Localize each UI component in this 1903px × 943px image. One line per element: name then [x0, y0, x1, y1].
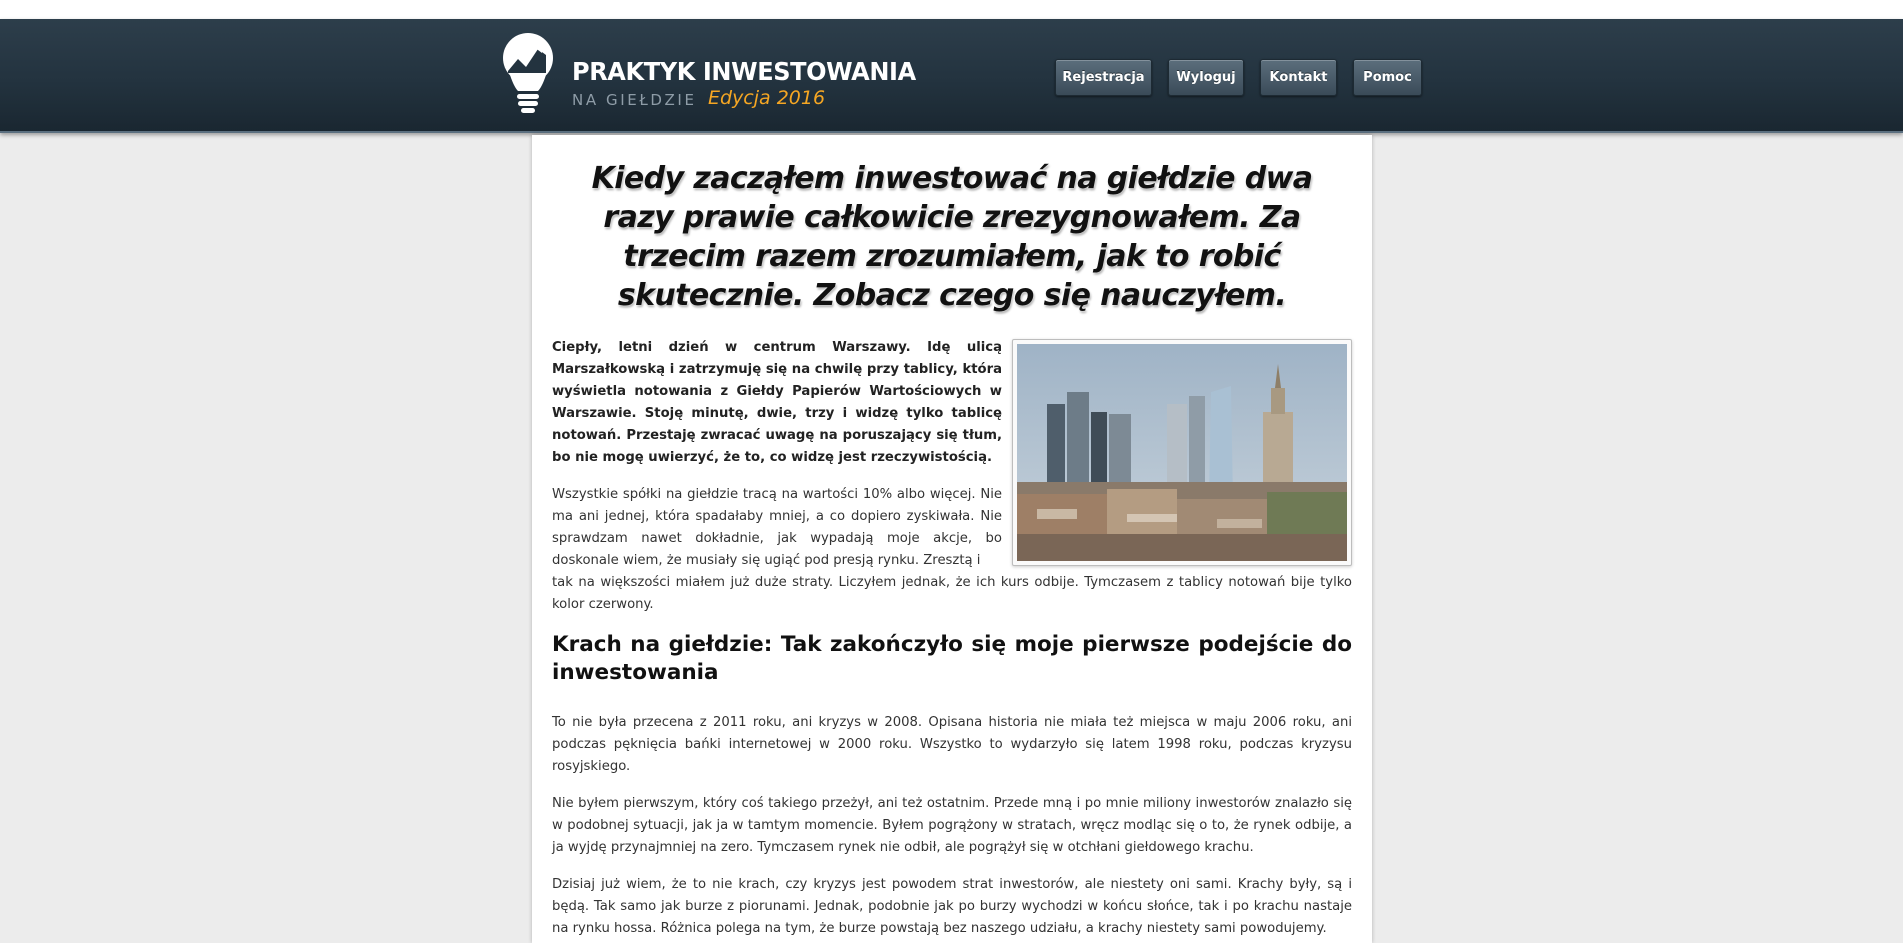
help-button[interactable]: Pomoc [1353, 59, 1422, 96]
site-logo[interactable]: PRAKTYK INWESTOWANIA NA GIEŁDZIE Edycja … [500, 31, 916, 121]
article-headline: Kiedy zacząłem inwestować na giełdzie dw… [591, 161, 1313, 313]
logout-button[interactable]: Wyloguj [1168, 59, 1244, 96]
logo-edition: Edycja 2016 [708, 87, 826, 109]
logo-subtitle: NA GIEŁDZIE [572, 91, 697, 109]
lightbulb-chart-icon [503, 33, 553, 113]
article-paragraph: tak na większości miałem już duże straty… [552, 575, 1352, 612]
article-subheading: Krach na giełdzie: Tak zakończyło się mo… [552, 632, 1352, 685]
article-paragraph: To nie była przecena z 2011 roku, ani kr… [552, 715, 1352, 774]
article-lead: Ciepły, letni dzień w centrum Warszawy. … [552, 340, 1002, 465]
article-paragraph: Wszystkie spółki na giełdzie tracą na wa… [552, 487, 1002, 568]
register-button[interactable]: Rejestracja [1055, 59, 1152, 96]
article-paragraph: Dzisiaj już wiem, że to nie krach, czy k… [552, 877, 1352, 936]
warsaw-skyline-image [1012, 339, 1352, 566]
article-paragraph: Nie byłem pierwszym, który coś takiego p… [552, 796, 1352, 855]
logo-title: PRAKTYK INWESTOWANIA [572, 57, 916, 86]
city-photo [1017, 344, 1347, 561]
top-strip [0, 0, 1903, 19]
contact-button[interactable]: Kontakt [1260, 59, 1337, 96]
site-header: PRAKTYK INWESTOWANIA NA GIEŁDZIE Edycja … [0, 19, 1903, 133]
article-container: Kiedy zacząłem inwestować na giełdzie dw… [532, 135, 1372, 943]
